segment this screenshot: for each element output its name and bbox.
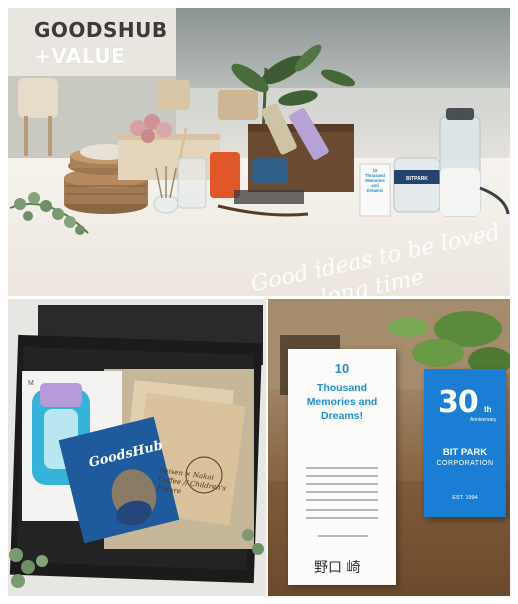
message-card-text: Thousand Memories and Dreams! — [306, 382, 378, 422]
reed-diffuser — [153, 166, 179, 214]
card-text-line — [306, 499, 378, 501]
card-text-line — [306, 491, 378, 493]
anniversary-card: 30 th Anniversary BIT PARK CORPORATION E… — [424, 369, 506, 517]
company-name: BIT PARK — [442, 447, 488, 458]
card-text-line — [306, 517, 378, 519]
message-cards-photo: 10 Thousand Memories and Dreams! 野口 崎 30… — [268, 299, 510, 596]
tumbler-bottle — [439, 108, 510, 217]
brand-title: GOODSHUB — [34, 18, 168, 42]
small-card-text: 10 Thousand Memories and Dreams! — [360, 168, 390, 193]
shred-paper — [234, 190, 304, 204]
umbrella-gift-box — [248, 103, 354, 192]
ribbon — [217, 204, 309, 217]
cafe-chair — [18, 78, 58, 118]
glass-jar: BITPARK — [393, 157, 441, 213]
photo-collage: BITPARK GOODSHUB +VALUE 10 Thousand Memo… — [8, 8, 510, 596]
large-plant — [231, 44, 356, 139]
anniversary-number: 30 — [438, 385, 479, 420]
company-type: CORPORATION — [436, 460, 494, 467]
message-card-number: 10 — [334, 361, 350, 376]
message-card: 10 Thousand Memories and Dreams! 野口 崎 — [288, 349, 396, 585]
card-text-line — [306, 467, 378, 469]
brand-subtitle: +VALUE — [34, 44, 126, 68]
card-text-line — [318, 535, 368, 537]
cafe-chair — [158, 80, 190, 110]
drinking-glass — [177, 157, 207, 209]
handwritten-signature: 野口 崎 — [314, 560, 361, 576]
svg-text:M: M — [28, 380, 34, 387]
brand-banner: GOODSHUB +VALUE — [8, 8, 176, 76]
anniversary-suffix: th — [484, 405, 492, 414]
blue-pouch — [252, 158, 288, 184]
anniversary-word: Anniversary — [470, 417, 497, 423]
small-card-line: Dreams! — [366, 188, 384, 193]
svg-text:BITPARK: BITPARK — [406, 176, 428, 182]
card-text-line — [306, 509, 378, 511]
card-text-line — [306, 483, 378, 485]
product-set-photo: BITPARK GOODSHUB +VALUE 10 Thousand Memo… — [8, 8, 510, 296]
established-year: EST. 1994 — [452, 495, 478, 501]
cafe-chair — [218, 90, 258, 120]
gift-box-photo: M GoodsHub Seisen × Nakai Coffee // Chil… — [8, 299, 266, 596]
card-text-line — [306, 475, 378, 477]
